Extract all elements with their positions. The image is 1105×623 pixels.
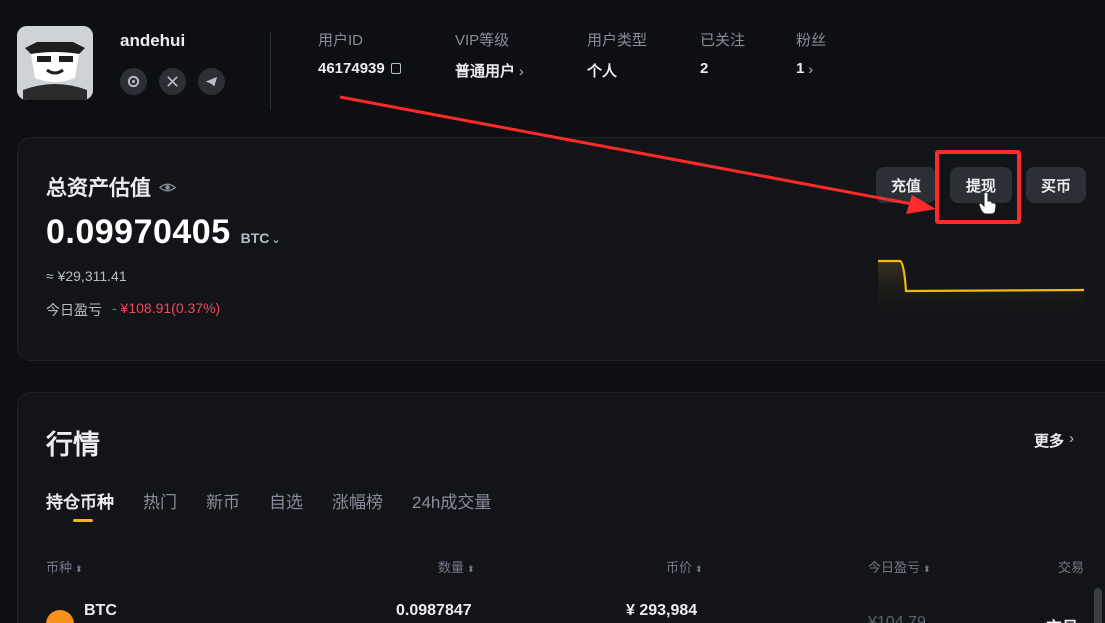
unit-label: BTC [240,230,270,246]
column-header-trade: 交易 [1058,560,1085,575]
buy-crypto-button[interactable]: 买币 [1026,167,1086,203]
avatar[interactable] [17,26,93,100]
vip-level-value: 普通用户 [455,63,516,80]
eye-icon[interactable] [159,179,176,196]
column-header-amount[interactable]: 数量 ⬍ [438,557,475,576]
social-links [120,68,225,95]
pnl-value: - ¥108.91(0.37%) [112,300,221,316]
sort-icon: ⬍ [695,564,703,574]
tab-favorites[interactable]: 自选 [269,488,303,513]
market-title: 行情 [46,430,100,460]
column-header-today-pnl[interactable]: 今日盈亏 ⬍ [868,557,931,576]
column-header-price[interactable]: 币价 ⬍ [666,557,703,576]
chevron-right-icon: › [808,60,814,77]
today-pnl: 今日盈亏 - ¥108.91(0.37%) [46,300,220,320]
chevron-down-icon: ⌄ [271,234,281,246]
followers-value: 1 [796,60,805,77]
tab-24h-volume[interactable]: 24h成交量 [412,488,491,513]
scrollbar[interactable] [1094,588,1102,623]
asset-title: 总资产估值 [46,172,176,202]
row-today-pnl: ¥104.79 [868,614,926,623]
link-icon[interactable] [120,68,147,95]
pnl-label: 今日盈亏 [46,302,102,318]
asset-value-number: 0.09970405 [46,213,231,251]
column-header-label: 今日盈亏 [868,560,921,575]
username: andehui [120,31,186,50]
stat-label: 用户类型 [587,32,648,49]
x-icon[interactable] [159,68,186,95]
stat-following[interactable]: 已关注 2 [700,29,745,77]
row-coin-name[interactable]: BTC [84,602,117,620]
sort-icon: ⬍ [75,564,83,574]
stat-user-id: 用户ID 46174939 [318,29,401,77]
following-value: 2 [700,60,709,77]
unit-selector[interactable]: BTC ⌄ [241,230,281,246]
column-header-label: 数量 [438,560,465,575]
row-price: ¥ 293,984 [626,602,698,619]
asset-sparkline [878,259,1085,320]
row-amount: 0.0987847 [396,602,472,619]
column-header-label: 币价 [666,560,693,575]
more-link[interactable]: 更多 › [1034,430,1074,451]
asset-value: 0.09970405 BTC ⌄ [46,213,281,252]
stat-vip-level[interactable]: VIP等级 普通用户 › [455,29,524,81]
user-type-value: 个人 [587,63,618,80]
stat-label: 已关注 [700,32,746,49]
stat-label: 粉丝 [796,32,827,49]
header-divider [270,32,271,110]
chevron-right-icon: › [1069,430,1075,447]
tab-gainers[interactable]: 涨幅榜 [332,488,383,513]
market-tabs: 持仓币种 热门 新币 自选 涨幅榜 24h成交量 [46,488,491,522]
deposit-button[interactable]: 充值 [876,167,936,203]
asset-approx-cny: ≈ ¥29,311.41 [46,268,127,284]
more-label: 更多 [1034,433,1065,450]
stat-followers[interactable]: 粉丝 1 › [796,29,826,77]
tab-hot[interactable]: 热门 [143,488,177,513]
tab-holdings[interactable]: 持仓币种 [46,488,114,522]
asset-title-text: 总资产估值 [46,177,151,200]
sort-icon: ⬍ [467,564,475,574]
stat-user-type: 用户类型 个人 [587,29,647,81]
chevron-right-icon: › [519,62,524,79]
tab-new-coins[interactable]: 新币 [206,488,240,513]
copy-icon[interactable] [390,63,401,74]
hand-cursor-icon [978,192,996,214]
user-id-value: 46174939 [318,60,385,77]
telegram-icon[interactable] [198,68,225,95]
stat-label: VIP等级 [455,32,510,49]
stat-label: 用户ID [318,32,364,49]
column-header-label: 币种 [46,560,73,575]
row-trade-button[interactable]: 交易 [1046,614,1078,623]
column-header-coin[interactable]: 币种 ⬍ [46,557,83,576]
sort-icon: ⬍ [923,564,931,574]
